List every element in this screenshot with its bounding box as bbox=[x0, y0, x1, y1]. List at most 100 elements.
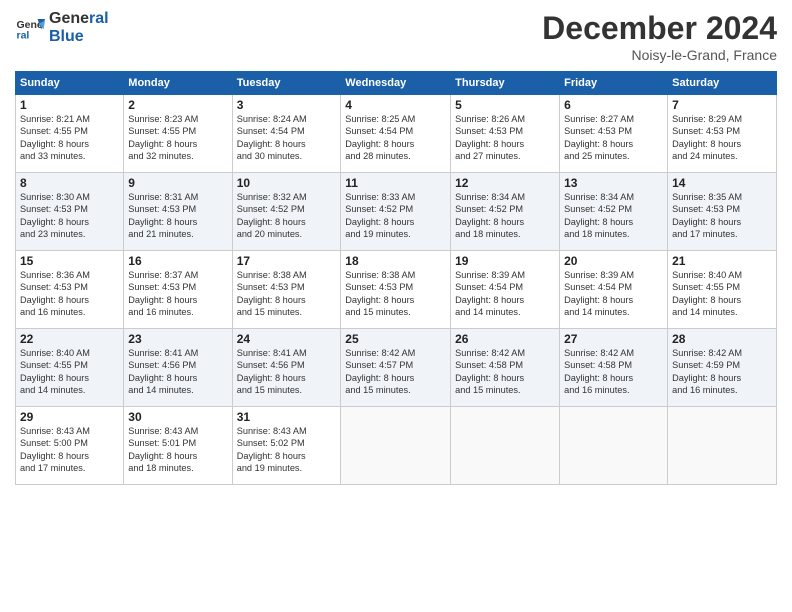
calendar-week-4: 22Sunrise: 8:40 AMSunset: 4:55 PMDayligh… bbox=[16, 329, 777, 407]
calendar-cell: 2Sunrise: 8:23 AMSunset: 4:55 PMDaylight… bbox=[124, 95, 232, 173]
day-number: 23 bbox=[128, 332, 227, 346]
calendar-cell: 20Sunrise: 8:39 AMSunset: 4:54 PMDayligh… bbox=[560, 251, 668, 329]
calendar-cell: 30Sunrise: 8:43 AMSunset: 5:01 PMDayligh… bbox=[124, 407, 232, 485]
day-info: Sunrise: 8:36 AMSunset: 4:53 PMDaylight:… bbox=[20, 269, 119, 319]
calendar-cell bbox=[451, 407, 560, 485]
calendar-cell: 22Sunrise: 8:40 AMSunset: 4:55 PMDayligh… bbox=[16, 329, 124, 407]
day-info: Sunrise: 8:27 AMSunset: 4:53 PMDaylight:… bbox=[564, 113, 663, 163]
day-number: 30 bbox=[128, 410, 227, 424]
day-number: 6 bbox=[564, 98, 663, 112]
day-number: 15 bbox=[20, 254, 119, 268]
calendar-cell: 12Sunrise: 8:34 AMSunset: 4:52 PMDayligh… bbox=[451, 173, 560, 251]
day-number: 2 bbox=[128, 98, 227, 112]
day-number: 8 bbox=[20, 176, 119, 190]
day-info: Sunrise: 8:43 AMSunset: 5:02 PMDaylight:… bbox=[237, 425, 337, 475]
day-info: Sunrise: 8:40 AMSunset: 4:55 PMDaylight:… bbox=[672, 269, 772, 319]
calendar-cell: 11Sunrise: 8:33 AMSunset: 4:52 PMDayligh… bbox=[341, 173, 451, 251]
calendar-body: 1Sunrise: 8:21 AMSunset: 4:55 PMDaylight… bbox=[16, 95, 777, 485]
day-number: 17 bbox=[237, 254, 337, 268]
day-info: Sunrise: 8:39 AMSunset: 4:54 PMDaylight:… bbox=[564, 269, 663, 319]
day-number: 31 bbox=[237, 410, 337, 424]
day-number: 4 bbox=[345, 98, 446, 112]
day-number: 25 bbox=[345, 332, 446, 346]
logo-icon: Gene ral bbox=[15, 13, 45, 43]
day-info: Sunrise: 8:33 AMSunset: 4:52 PMDaylight:… bbox=[345, 191, 446, 241]
day-info: Sunrise: 8:42 AMSunset: 4:58 PMDaylight:… bbox=[564, 347, 663, 397]
calendar-cell: 18Sunrise: 8:38 AMSunset: 4:53 PMDayligh… bbox=[341, 251, 451, 329]
day-info: Sunrise: 8:37 AMSunset: 4:53 PMDaylight:… bbox=[128, 269, 227, 319]
day-info: Sunrise: 8:31 AMSunset: 4:53 PMDaylight:… bbox=[128, 191, 227, 241]
logo: Gene ral General Blue bbox=[15, 10, 109, 45]
day-number: 28 bbox=[672, 332, 772, 346]
day-number: 13 bbox=[564, 176, 663, 190]
day-info: Sunrise: 8:41 AMSunset: 4:56 PMDaylight:… bbox=[237, 347, 337, 397]
location: Noisy-le-Grand, France bbox=[542, 47, 777, 63]
logo-text-general: General bbox=[49, 10, 109, 28]
day-info: Sunrise: 8:43 AMSunset: 5:00 PMDaylight:… bbox=[20, 425, 119, 475]
calendar-cell: 3Sunrise: 8:24 AMSunset: 4:54 PMDaylight… bbox=[232, 95, 341, 173]
day-header-saturday: Saturday bbox=[668, 72, 777, 95]
svg-text:ral: ral bbox=[17, 29, 30, 41]
calendar-cell: 13Sunrise: 8:34 AMSunset: 4:52 PMDayligh… bbox=[560, 173, 668, 251]
day-info: Sunrise: 8:40 AMSunset: 4:55 PMDaylight:… bbox=[20, 347, 119, 397]
day-number: 18 bbox=[345, 254, 446, 268]
day-header-tuesday: Tuesday bbox=[232, 72, 341, 95]
day-number: 20 bbox=[564, 254, 663, 268]
day-number: 1 bbox=[20, 98, 119, 112]
calendar-cell: 17Sunrise: 8:38 AMSunset: 4:53 PMDayligh… bbox=[232, 251, 341, 329]
day-number: 7 bbox=[672, 98, 772, 112]
day-info: Sunrise: 8:26 AMSunset: 4:53 PMDaylight:… bbox=[455, 113, 555, 163]
day-info: Sunrise: 8:42 AMSunset: 4:59 PMDaylight:… bbox=[672, 347, 772, 397]
day-info: Sunrise: 8:39 AMSunset: 4:54 PMDaylight:… bbox=[455, 269, 555, 319]
calendar-cell: 25Sunrise: 8:42 AMSunset: 4:57 PMDayligh… bbox=[341, 329, 451, 407]
calendar-cell: 10Sunrise: 8:32 AMSunset: 4:52 PMDayligh… bbox=[232, 173, 341, 251]
day-number: 16 bbox=[128, 254, 227, 268]
calendar-cell: 16Sunrise: 8:37 AMSunset: 4:53 PMDayligh… bbox=[124, 251, 232, 329]
day-number: 26 bbox=[455, 332, 555, 346]
day-info: Sunrise: 8:24 AMSunset: 4:54 PMDaylight:… bbox=[237, 113, 337, 163]
calendar-cell: 8Sunrise: 8:30 AMSunset: 4:53 PMDaylight… bbox=[16, 173, 124, 251]
day-info: Sunrise: 8:34 AMSunset: 4:52 PMDaylight:… bbox=[455, 191, 555, 241]
calendar-cell: 4Sunrise: 8:25 AMSunset: 4:54 PMDaylight… bbox=[341, 95, 451, 173]
calendar-header-row: SundayMondayTuesdayWednesdayThursdayFrid… bbox=[16, 72, 777, 95]
calendar-cell: 31Sunrise: 8:43 AMSunset: 5:02 PMDayligh… bbox=[232, 407, 341, 485]
day-header-thursday: Thursday bbox=[451, 72, 560, 95]
calendar-cell: 5Sunrise: 8:26 AMSunset: 4:53 PMDaylight… bbox=[451, 95, 560, 173]
day-info: Sunrise: 8:38 AMSunset: 4:53 PMDaylight:… bbox=[237, 269, 337, 319]
calendar-cell: 1Sunrise: 8:21 AMSunset: 4:55 PMDaylight… bbox=[16, 95, 124, 173]
calendar-cell: 29Sunrise: 8:43 AMSunset: 5:00 PMDayligh… bbox=[16, 407, 124, 485]
calendar-week-3: 15Sunrise: 8:36 AMSunset: 4:53 PMDayligh… bbox=[16, 251, 777, 329]
day-header-sunday: Sunday bbox=[16, 72, 124, 95]
calendar-cell bbox=[560, 407, 668, 485]
calendar-cell: 23Sunrise: 8:41 AMSunset: 4:56 PMDayligh… bbox=[124, 329, 232, 407]
calendar-cell: 27Sunrise: 8:42 AMSunset: 4:58 PMDayligh… bbox=[560, 329, 668, 407]
day-number: 10 bbox=[237, 176, 337, 190]
day-number: 19 bbox=[455, 254, 555, 268]
calendar-cell: 24Sunrise: 8:41 AMSunset: 4:56 PMDayligh… bbox=[232, 329, 341, 407]
calendar-week-5: 29Sunrise: 8:43 AMSunset: 5:00 PMDayligh… bbox=[16, 407, 777, 485]
day-info: Sunrise: 8:42 AMSunset: 4:58 PMDaylight:… bbox=[455, 347, 555, 397]
day-number: 29 bbox=[20, 410, 119, 424]
day-header-monday: Monday bbox=[124, 72, 232, 95]
calendar-cell: 28Sunrise: 8:42 AMSunset: 4:59 PMDayligh… bbox=[668, 329, 777, 407]
day-info: Sunrise: 8:41 AMSunset: 4:56 PMDaylight:… bbox=[128, 347, 227, 397]
day-number: 24 bbox=[237, 332, 337, 346]
day-number: 11 bbox=[345, 176, 446, 190]
calendar-cell bbox=[668, 407, 777, 485]
day-number: 12 bbox=[455, 176, 555, 190]
day-info: Sunrise: 8:23 AMSunset: 4:55 PMDaylight:… bbox=[128, 113, 227, 163]
title-block: December 2024 Noisy-le-Grand, France bbox=[542, 10, 777, 63]
day-info: Sunrise: 8:21 AMSunset: 4:55 PMDaylight:… bbox=[20, 113, 119, 163]
day-number: 14 bbox=[672, 176, 772, 190]
calendar-week-1: 1Sunrise: 8:21 AMSunset: 4:55 PMDaylight… bbox=[16, 95, 777, 173]
day-info: Sunrise: 8:38 AMSunset: 4:53 PMDaylight:… bbox=[345, 269, 446, 319]
day-info: Sunrise: 8:25 AMSunset: 4:54 PMDaylight:… bbox=[345, 113, 446, 163]
month-title: December 2024 bbox=[542, 10, 777, 47]
day-info: Sunrise: 8:32 AMSunset: 4:52 PMDaylight:… bbox=[237, 191, 337, 241]
day-info: Sunrise: 8:29 AMSunset: 4:53 PMDaylight:… bbox=[672, 113, 772, 163]
day-info: Sunrise: 8:30 AMSunset: 4:53 PMDaylight:… bbox=[20, 191, 119, 241]
logo-text-blue: Blue bbox=[49, 28, 109, 46]
page-header: Gene ral General Blue December 2024 Nois… bbox=[15, 10, 777, 63]
calendar-table: SundayMondayTuesdayWednesdayThursdayFrid… bbox=[15, 71, 777, 485]
calendar-cell: 14Sunrise: 8:35 AMSunset: 4:53 PMDayligh… bbox=[668, 173, 777, 251]
